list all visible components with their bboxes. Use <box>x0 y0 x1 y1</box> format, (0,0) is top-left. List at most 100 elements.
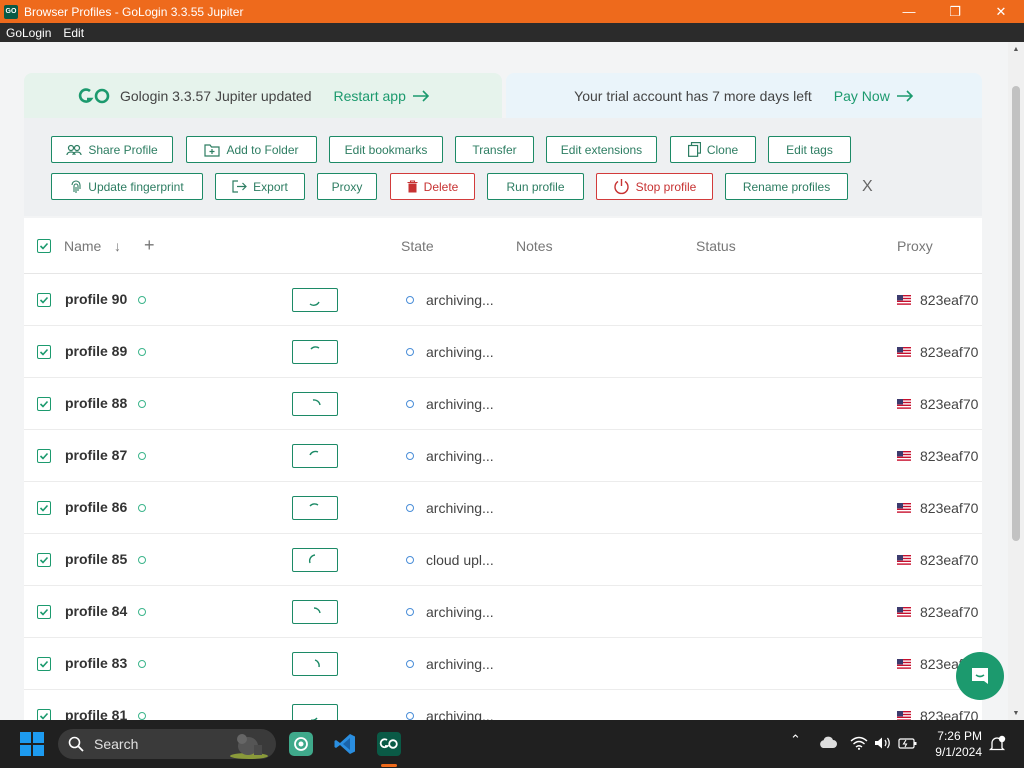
select-all-checkbox[interactable] <box>37 239 51 253</box>
profile-proxy[interactable]: 823eaf70 <box>920 396 982 412</box>
loading-spinner-button[interactable] <box>292 600 338 624</box>
close-window-icon[interactable]: ✕ <box>978 0 1024 23</box>
add-column-icon[interactable]: + <box>144 235 155 256</box>
row-checkbox[interactable] <box>37 345 51 359</box>
support-chat-button[interactable] <box>956 652 1004 700</box>
table-row[interactable]: profile 87 archiving... 823eaf70 <box>24 430 982 482</box>
profile-name[interactable]: profile 81 <box>65 707 127 720</box>
update-fingerprint-button[interactable]: Update fingerprint <box>51 173 203 200</box>
profile-proxy[interactable]: 823eaf70 <box>920 292 982 308</box>
row-checkbox[interactable] <box>37 657 51 671</box>
table-row[interactable]: profile 84 archiving... 823eaf70 <box>24 586 982 638</box>
chatgpt-app-icon[interactable] <box>285 728 317 760</box>
row-checkbox[interactable] <box>37 449 51 463</box>
table-row[interactable]: profile 83 archiving... 823eaf70 <box>24 638 982 690</box>
scrollbar-thumb[interactable] <box>1012 86 1020 541</box>
add-to-folder-button[interactable]: Add to Folder <box>186 136 317 163</box>
edit-extensions-button[interactable]: Edit extensions <box>546 136 657 163</box>
clone-button[interactable]: Clone <box>670 136 756 163</box>
delete-button[interactable]: Delete <box>390 173 475 200</box>
onedrive-cloud-icon[interactable] <box>818 736 838 749</box>
row-checkbox[interactable] <box>37 709 51 720</box>
header-name[interactable]: Name <box>64 238 101 254</box>
row-checkbox[interactable] <box>37 553 51 567</box>
proxy-button[interactable]: Proxy <box>317 173 377 200</box>
system-clock[interactable]: 7:26 PM 9/1/2024 <box>928 728 982 760</box>
share-profile-button[interactable]: Share Profile <box>51 136 173 163</box>
profile-name[interactable]: profile 88 <box>65 395 127 411</box>
table-row[interactable]: profile 86 archiving... 823eaf70 <box>24 482 982 534</box>
loading-spinner-button[interactable] <box>292 288 338 312</box>
menu-gologin[interactable]: GoLogin <box>0 26 57 40</box>
vertical-scrollbar[interactable]: ▲ ▼ <box>1008 42 1024 720</box>
loading-spinner-button[interactable] <box>292 444 338 468</box>
gologin-taskbar-icon[interactable] <box>373 728 405 760</box>
transfer-button[interactable]: Transfer <box>455 136 534 163</box>
restart-app-link[interactable]: Restart app <box>333 88 429 104</box>
scroll-up-icon[interactable]: ▲ <box>1008 42 1024 56</box>
pay-now-link[interactable]: Pay Now <box>834 88 914 104</box>
loading-spinner-button[interactable] <box>292 548 338 572</box>
us-flag-icon <box>897 399 911 409</box>
header-state[interactable]: State <box>401 238 434 254</box>
windows-start-icon[interactable] <box>20 732 44 756</box>
row-checkbox[interactable] <box>37 293 51 307</box>
stop-profile-button[interactable]: Stop profile <box>596 173 713 200</box>
header-status[interactable]: Status <box>696 238 736 254</box>
volume-icon[interactable] <box>874 736 892 750</box>
profile-proxy[interactable]: 823eaf70 <box>920 344 982 360</box>
row-checkbox[interactable] <box>37 501 51 515</box>
add-to-folder-label: Add to Folder <box>226 142 299 157</box>
profile-proxy[interactable]: 823eaf70 <box>920 448 982 464</box>
close-toolbar-icon[interactable]: X <box>862 178 873 196</box>
row-checkbox[interactable] <box>37 605 51 619</box>
chevron-up-icon[interactable]: ⌃ <box>790 732 801 748</box>
run-profile-button[interactable]: Run profile <box>487 173 584 200</box>
export-button[interactable]: Export <box>215 173 305 200</box>
profile-proxy[interactable]: 823eaf70 <box>920 604 982 620</box>
rename-profiles-button[interactable]: Rename profiles <box>725 173 848 200</box>
menu-edit[interactable]: Edit <box>57 26 90 40</box>
taskbar-search[interactable]: Search <box>58 729 276 759</box>
table-row[interactable]: profile 85 cloud upl... 823eaf70 <box>24 534 982 586</box>
state-dot-icon <box>406 296 414 304</box>
header-proxy[interactable]: Proxy <box>897 238 933 254</box>
table-row[interactable]: profile 90 archiving... 823eaf70 <box>24 274 982 326</box>
sort-arrow-icon[interactable]: ↓ <box>114 238 121 254</box>
profile-name[interactable]: profile 86 <box>65 499 127 515</box>
profile-name[interactable]: profile 90 <box>65 291 127 307</box>
profile-proxy[interactable]: 823eaf70 <box>920 552 982 568</box>
table-row[interactable]: profile 89 archiving... 823eaf70 <box>24 326 982 378</box>
table-row[interactable]: profile 88 archiving... 823eaf70 <box>24 378 982 430</box>
vscode-app-icon[interactable] <box>329 728 361 760</box>
profile-name[interactable]: profile 84 <box>65 603 127 619</box>
loading-spinner-button[interactable] <box>292 496 338 520</box>
loading-spinner-button[interactable] <box>292 392 338 416</box>
loading-spinner-button[interactable] <box>292 652 338 676</box>
wifi-icon[interactable] <box>850 736 868 750</box>
profile-name[interactable]: profile 83 <box>65 655 127 671</box>
profile-name[interactable]: profile 89 <box>65 343 127 359</box>
loading-spinner-button[interactable] <box>292 340 338 364</box>
edit-tags-button[interactable]: Edit tags <box>768 136 851 163</box>
gorilla-illustration-icon <box>230 734 268 759</box>
profile-proxy[interactable]: 823eaf70 <box>920 500 982 516</box>
us-flag-icon <box>897 451 911 461</box>
loading-spinner-button[interactable] <box>292 704 338 720</box>
minimize-icon[interactable]: — <box>886 0 932 23</box>
profile-name[interactable]: profile 85 <box>65 551 127 567</box>
profile-name[interactable]: profile 87 <box>65 447 127 463</box>
edit-bookmarks-button[interactable]: Edit bookmarks <box>329 136 443 163</box>
profile-state: archiving... <box>426 708 494 720</box>
table-row[interactable]: profile 81 archiving... 823eaf70 <box>24 690 982 720</box>
header-notes[interactable]: Notes <box>516 238 553 254</box>
share-profile-label: Share Profile <box>88 142 158 157</box>
profile-proxy[interactable]: 823eaf70 <box>920 708 982 720</box>
scroll-down-icon[interactable]: ▼ <box>1008 706 1024 720</box>
row-checkbox[interactable] <box>37 397 51 411</box>
battery-icon[interactable] <box>898 735 918 751</box>
restore-icon[interactable]: ❐ <box>932 0 978 23</box>
state-dot-icon <box>406 608 414 616</box>
notification-bell-icon[interactable] <box>988 735 1006 753</box>
spinner-icon <box>309 301 320 306</box>
